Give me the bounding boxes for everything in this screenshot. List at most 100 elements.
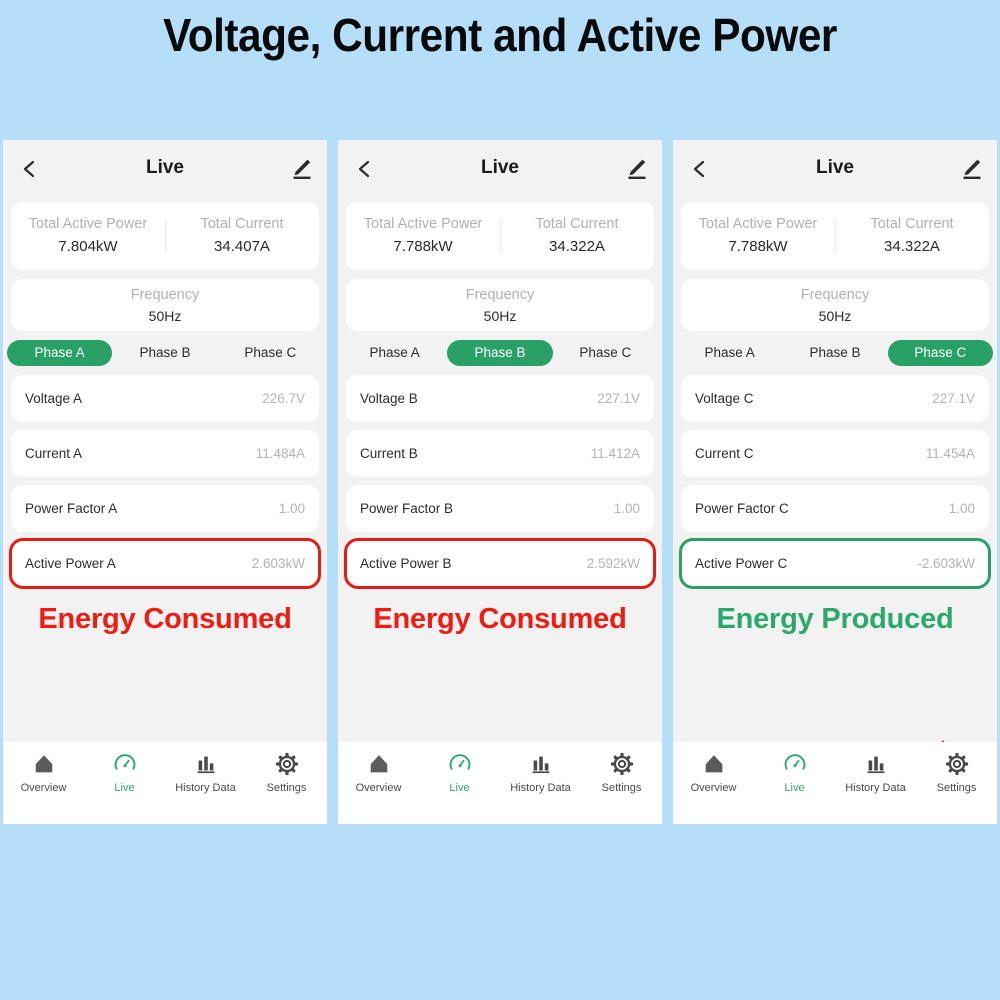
nav-item-label: History Data	[175, 782, 236, 794]
metric-label: Active Power B	[360, 556, 452, 571]
total-active-power-cell: Total Active Power 7.788kW	[346, 214, 500, 258]
metric-row[interactable]: Current A 11.484A	[11, 430, 319, 477]
gauge-icon	[419, 751, 500, 777]
phase-tab-a[interactable]: Phase A	[677, 340, 782, 366]
total-active-power-value: 7.788kW	[728, 238, 788, 255]
metric-value: 1.00	[948, 501, 975, 516]
phase-tab-a[interactable]: Phase A	[7, 340, 113, 366]
nav-item-live[interactable]: Live	[419, 751, 500, 795]
nav-item-settings[interactable]: Settings	[916, 751, 997, 795]
phase-tab-a[interactable]: Phase A	[342, 340, 447, 366]
nav-item-overview[interactable]: Overview	[338, 751, 419, 795]
pencil-edit-icon[interactable]	[288, 156, 314, 182]
annotation-text: Energy Produced	[716, 603, 954, 635]
pencil-edit-icon[interactable]	[623, 156, 649, 182]
summary-card: Total Active Power 7.788kW Total Current 34…	[346, 202, 654, 270]
nav-item-label: Overview	[355, 782, 402, 794]
pencil-edit-icon[interactable]	[958, 156, 984, 182]
metric-value: 1.00	[278, 501, 305, 516]
phase-tab-b[interactable]: Phase B	[112, 340, 217, 366]
nav-item-overview[interactable]: Overview	[673, 751, 754, 795]
metric-value: 2.603kW	[251, 556, 305, 571]
gauge-icon	[84, 751, 165, 777]
metric-value: 11.484A	[255, 446, 305, 461]
nav-item-label: Live	[784, 782, 805, 794]
metric-row[interactable]: Current B 11.412A	[346, 430, 654, 477]
phase-tab-bar: Phase A Phase B Phase C	[677, 340, 993, 366]
header-title: Live	[815, 157, 855, 178]
metric-label: Current A	[25, 446, 83, 461]
frequency-value: 50Hz	[483, 308, 517, 324]
phase-tab-b[interactable]: Phase B	[782, 340, 887, 366]
total-active-power-cell: Total Active Power 7.788kW	[681, 214, 835, 258]
phase-tab-b[interactable]: Phase B	[447, 340, 553, 366]
metric-row[interactable]: Power Factor A 1.00	[11, 485, 319, 532]
frequency-card: Frequency 50Hz	[346, 279, 654, 331]
metric-value: -2.603kW	[917, 556, 975, 571]
total-current-cell: Total Current 34.407A	[165, 214, 319, 258]
metric-row[interactable]: Active Power A 2.603kW	[9, 538, 321, 589]
metric-value: 227.1V	[932, 391, 975, 406]
phase-tab-c[interactable]: Phase C	[553, 340, 658, 366]
nav-item-history-data[interactable]: History Data	[835, 751, 916, 795]
frequency-card: Frequency 50Hz	[681, 279, 989, 331]
nav-item-label: Overview	[690, 782, 737, 794]
page-title: Voltage, Current and Active Power	[163, 9, 837, 61]
home-icon	[338, 751, 419, 777]
metric-row[interactable]: Current C 11.454A	[681, 430, 989, 477]
total-current-value: 34.322A	[884, 238, 940, 255]
gear-icon	[916, 751, 997, 777]
metric-label: Active Power C	[695, 556, 788, 571]
phone-panel: Live Total Active Power 7.788kW Total Curre…	[673, 140, 997, 824]
nav-item-label: History Data	[510, 782, 571, 794]
metric-row[interactable]: Active Power B 2.592kW	[344, 538, 656, 589]
header-title: Live	[145, 157, 185, 178]
summary-divider	[500, 220, 501, 252]
metric-row[interactable]: Voltage B 227.1V	[346, 375, 654, 422]
frequency-label: Frequency	[130, 287, 200, 303]
nav-item-label: Live	[114, 782, 135, 794]
frequency-value: 50Hz	[818, 308, 852, 324]
bar-chart-icon	[500, 751, 581, 777]
nav-item-label: Overview	[20, 782, 67, 794]
total-active-power-label: Total Active Power	[698, 216, 818, 232]
metric-value: 11.454A	[925, 446, 975, 461]
phase-tab-c[interactable]: Phase C	[887, 340, 993, 366]
metric-label: Active Power A	[25, 556, 116, 571]
total-active-power-value: 7.804kW	[58, 238, 118, 255]
annotation-text: Energy Consumed	[373, 603, 627, 635]
gear-icon	[246, 751, 327, 777]
nav-item-overview[interactable]: Overview	[3, 751, 84, 795]
bar-chart-icon	[835, 751, 916, 777]
frequency-label: Frequency	[800, 287, 870, 303]
metric-value: 11.412A	[590, 446, 640, 461]
total-current-label: Total Current	[870, 216, 954, 232]
metric-row[interactable]: Active Power C -2.603kW	[679, 538, 991, 589]
app-header: Live	[338, 140, 662, 202]
nav-item-history-data[interactable]: History Data	[165, 751, 246, 795]
nav-item-history-data[interactable]: History Data	[500, 751, 581, 795]
summary-card: Total Active Power 7.788kW Total Current 34…	[681, 202, 989, 270]
metric-label: Current C	[695, 446, 754, 461]
nav-item-settings[interactable]: Settings	[581, 751, 662, 795]
metric-label: Voltage B	[360, 391, 418, 406]
total-current-cell: Total Current 34.322A	[835, 214, 989, 258]
nav-item-label: Settings	[936, 782, 977, 794]
metric-label: Voltage C	[695, 391, 754, 406]
phone-panel: Live Total Active Power 7.788kW Total Curre…	[338, 140, 662, 824]
metric-label: Power Factor A	[25, 501, 118, 516]
metric-row[interactable]: Power Factor B 1.00	[346, 485, 654, 532]
metric-row[interactable]: Voltage A 226.7V	[11, 375, 319, 422]
bar-chart-icon	[165, 751, 246, 777]
metric-row[interactable]: Power Factor C 1.00	[681, 485, 989, 532]
total-active-power-cell: Total Active Power 7.804kW	[11, 214, 165, 258]
metric-label: Power Factor C	[695, 501, 789, 516]
nav-item-live[interactable]: Live	[754, 751, 835, 795]
metric-row[interactable]: Voltage C 227.1V	[681, 375, 989, 422]
nav-item-label: Live	[449, 782, 470, 794]
phase-tab-c[interactable]: Phase C	[218, 340, 323, 366]
home-icon	[673, 751, 754, 777]
nav-item-settings[interactable]: Settings	[246, 751, 327, 795]
gear-icon	[581, 751, 662, 777]
nav-item-live[interactable]: Live	[84, 751, 165, 795]
